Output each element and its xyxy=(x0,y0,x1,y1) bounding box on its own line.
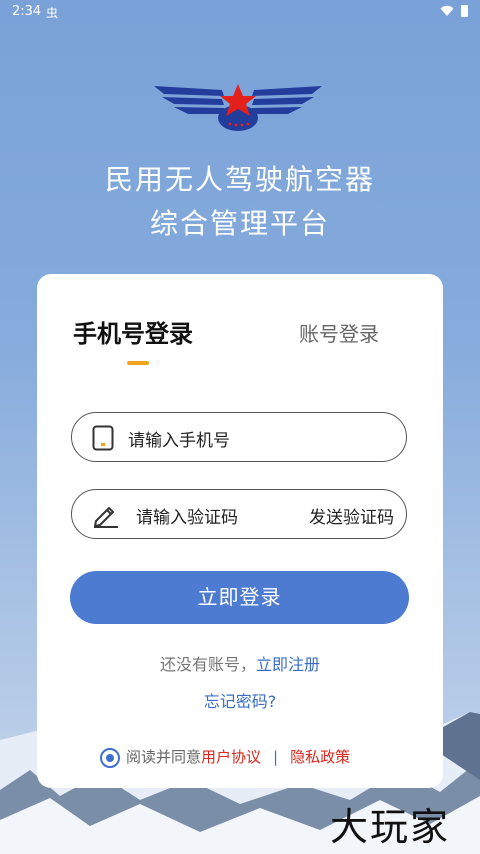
agreement-separator: | xyxy=(273,748,279,766)
pencil-icon xyxy=(94,507,118,528)
register-row: 还没有账号，立即注册 xyxy=(37,651,443,675)
register-prompt: 还没有账号， xyxy=(159,655,256,674)
status-bar: 2:34 虫 xyxy=(0,0,480,24)
notification-icon: 虫 xyxy=(46,6,59,20)
verification-code-input[interactable]: 请输入验证码 发送验证码 xyxy=(71,489,407,539)
privacy-link[interactable]: 隐私政策 xyxy=(290,748,350,766)
app-title-line2: 综合管理平台 xyxy=(149,207,330,240)
agreement-row: 阅读并同意用户协议 | 隐私政策 xyxy=(100,746,350,768)
agreement-prefix: 阅读并同意 xyxy=(126,748,202,766)
login-button[interactable]: 立即登录 xyxy=(70,571,409,624)
tab-account-login[interactable]: 账号登录 xyxy=(299,318,379,347)
terms-link[interactable]: 用户协议 xyxy=(201,748,261,766)
tab-phone-login[interactable]: 手机号登录 xyxy=(73,314,193,349)
login-card: 手机号登录 账号登录 请输入手机号 请输入验证码 发送验证码 立即登录 还没有账… xyxy=(37,274,443,788)
agreement-checkbox[interactable] xyxy=(100,747,120,768)
watermark: 大玩家 xyxy=(330,805,451,849)
code-placeholder: 请输入验证码 xyxy=(136,508,238,528)
wifi-icon xyxy=(440,5,454,16)
register-link[interactable]: 立即注册 xyxy=(256,655,320,674)
status-time: 2:34 xyxy=(12,4,42,19)
send-code-button[interactable]: 发送验证码 xyxy=(309,503,394,528)
active-tab-indicator xyxy=(127,361,149,365)
app-title-line1: 民用无人驾驶航空器 xyxy=(104,163,375,196)
phone-placeholder: 请输入手机号 xyxy=(128,431,230,451)
battery-icon xyxy=(461,5,468,17)
phone-input[interactable]: 请输入手机号 xyxy=(71,412,407,462)
phone-icon xyxy=(92,425,114,451)
forgot-password-link[interactable]: 忘记密码? xyxy=(37,688,443,712)
app-logo-icon xyxy=(154,84,322,131)
